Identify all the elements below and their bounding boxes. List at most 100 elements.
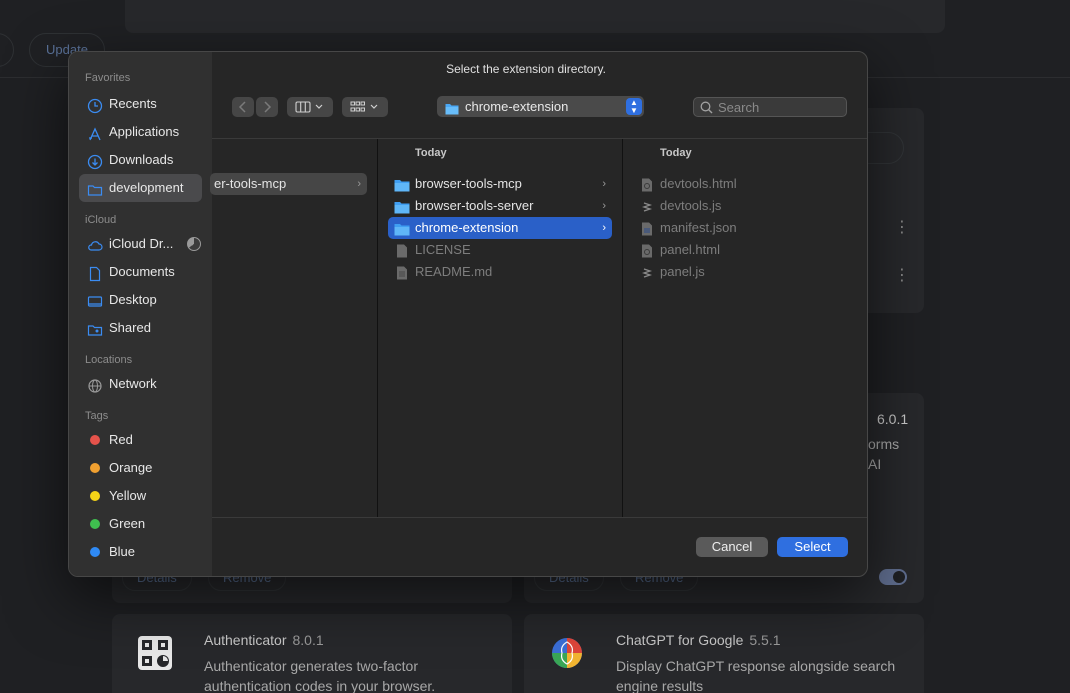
column-view-icon [295,101,323,113]
list-item-file[interactable]: panel.js [633,261,859,283]
list-item-label: README.md [415,264,493,279]
extension-version: 5.5.1 [749,632,781,648]
brain-logo-icon [548,634,586,672]
chevron-left-icon [238,101,246,113]
list-item-file[interactable]: LICENSE [388,239,612,261]
list-item-label: er-tools-mcp [214,176,287,191]
grid-icon [350,101,378,112]
cloud-icon [87,236,103,252]
list-item-folder-selected[interactable]: chrome-extension › [388,217,612,239]
select-button[interactable]: Select [777,537,848,557]
list-item-label: browser-tools-mcp [415,176,522,191]
back-button[interactable] [232,97,254,117]
column-browser: er-tools-mcp › Today browser-tools-mcp ›… [210,138,867,518]
column-header-date: Today [415,147,447,159]
chevron-right-icon: › [357,178,361,190]
sidebar-item-desktop[interactable]: Desktop [79,286,202,314]
sync-progress-icon [187,237,201,251]
sidebar-section-tags: Tags [85,410,109,422]
list-item-folder[interactable]: browser-tools-server › [388,195,612,217]
green-tag-dot-icon [90,519,100,529]
sidebar-item-icloud-drive[interactable]: iCloud Dr... [79,230,202,258]
sidebar-tag-green[interactable]: Green [79,510,202,538]
column-header-date: Today [660,147,692,159]
sidebar-item-applications[interactable]: Applications [79,118,202,146]
red-tag-dot-icon [90,435,100,445]
sidebar-item-label: Network [109,376,157,391]
shared-folder-icon [87,320,103,336]
sidebar-item-development[interactable]: development [79,174,202,202]
sidebar-item-shared[interactable]: Shared [79,314,202,342]
updown-chevron-icon: ▲ ▼ [626,98,642,115]
sidebar-item-label: Green [109,516,146,531]
list-item-label: panel.html [660,242,720,257]
chevron-right-icon: › [602,222,606,234]
extension-description-fragment: AI [868,456,882,472]
sidebar-item-label: development [109,180,184,195]
qr-code-icon [136,634,174,672]
folder-icon [87,180,103,196]
forward-button[interactable] [256,97,278,117]
orange-tag-dot-icon [90,463,100,473]
list-item-label: manifest.json [660,220,737,235]
sidebar-item-label: Yellow [109,488,147,503]
extension-description-fragment: orms [868,436,900,452]
sidebar-item-label: Desktop [109,292,157,307]
finder-sidebar: Favorites Recents Applications Downloads… [69,52,212,576]
search-input[interactable] [718,99,838,115]
list-item-file[interactable]: panel.html [633,239,859,261]
search-icon [700,101,713,119]
document-icon [87,264,103,282]
sidebar-tag-blue[interactable]: Blue [79,538,202,566]
sidebar-item-label: Applications [109,124,180,139]
path-dropdown[interactable]: chrome-extension ▲ ▼ [437,96,644,117]
applications-icon [87,124,103,141]
extension-description: Display ChatGPT response alongside searc… [616,658,896,693]
sidebar-item-network[interactable]: Network [79,370,202,398]
list-item-label: devtools.html [660,176,737,191]
list-item-file[interactable]: README.md [388,261,612,283]
extension-enable-toggle[interactable] [879,569,907,585]
sidebar-item-label: Orange [109,460,153,475]
search-field[interactable] [693,97,847,117]
background-card-top [125,0,945,33]
list-item-file[interactable]: devtools.js [633,195,859,217]
list-item-parent-folder[interactable]: er-tools-mcp › [210,173,367,195]
view-mode-button[interactable] [287,97,333,117]
list-item-folder[interactable]: browser-tools-mcp › [388,173,612,195]
sidebar-tag-red[interactable]: Red [79,426,202,454]
list-item-label: panel.js [660,264,705,279]
path-dropdown-label: chrome-extension [465,99,569,114]
column-parent: er-tools-mcp › [210,139,378,517]
chevron-right-icon [264,101,272,113]
sidebar-item-recents[interactable]: Recents [79,90,202,118]
sidebar-item-documents[interactable]: Documents [79,258,202,286]
blue-tag-dot-icon [90,547,100,557]
extension-title: Authenticator [204,632,287,648]
sidebar-item-label: Red [109,432,133,447]
desktop-icon [87,292,103,308]
list-item-file[interactable]: manifest.json [633,217,859,239]
chevron-right-icon: › [602,178,606,190]
kebab-menu-icon[interactable]: ⋮ [894,268,910,284]
extension-title: ChatGPT for Google [616,632,744,648]
list-item-file[interactable]: devtools.html [633,173,859,195]
sidebar-tag-yellow[interactable]: Yellow [79,482,202,510]
kebab-menu-icon[interactable]: ⋮ [894,220,910,236]
sidebar-item-label: Downloads [109,152,174,167]
file-icon [394,265,410,287]
list-item-label: LICENSE [415,242,471,257]
list-item-label: devtools.js [660,198,722,213]
list-item-label: browser-tools-server [415,198,534,213]
extension-card-chatgpt: ChatGPT for Google 5.5.1 Display ChatGPT … [524,614,924,693]
cancel-button[interactable]: Cancel [696,537,768,557]
extension-card-authenticator: Authenticator 8.0.1 Authenticator generat… [112,614,512,693]
globe-icon [87,376,103,393]
sidebar-section-icloud: iCloud [85,214,117,226]
sidebar-item-downloads[interactable]: Downloads [79,146,202,174]
js-file-icon [639,265,655,287]
yellow-tag-dot-icon [90,491,100,501]
group-by-button[interactable] [342,97,388,117]
sidebar-tag-orange[interactable]: Orange [79,454,202,482]
select-directory-dialog: Favorites Recents Applications Downloads… [68,51,868,577]
